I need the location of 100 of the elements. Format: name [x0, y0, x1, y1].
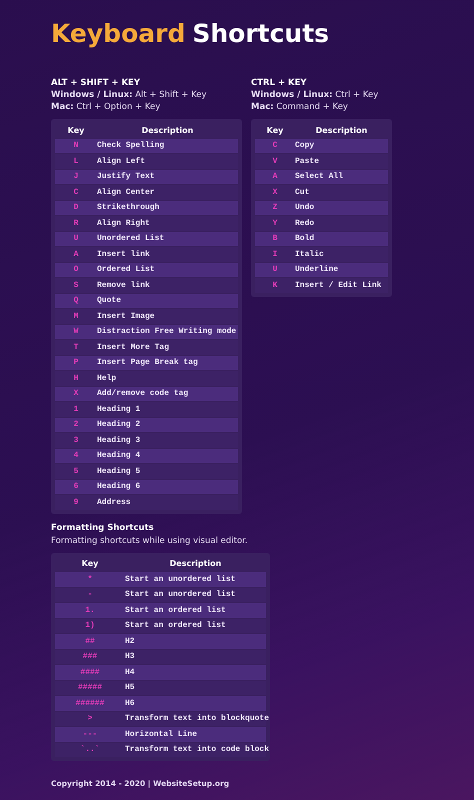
description-cell-text: Heading 5: [97, 466, 142, 476]
description-cell-text: Quote: [97, 296, 122, 306]
key-cell-text: 6: [72, 482, 80, 492]
description-cell-text: Undo: [295, 203, 316, 212]
key-cell-text: `..`: [79, 745, 101, 754]
key-cell-text: *: [86, 574, 94, 584]
description-cell-text: Horizontal Line: [125, 730, 198, 739]
key-cell-text: X: [272, 188, 278, 197]
key-cell-text: K: [272, 280, 278, 290]
key-cell-text: 3: [72, 436, 80, 445]
description-cell-text: Heading 3: [97, 436, 142, 445]
key-cell-text: C: [272, 141, 278, 150]
key-cell-text: ######: [74, 698, 106, 708]
description-cell-text: Align Center: [97, 188, 156, 197]
key-cell-text: Q: [72, 296, 80, 306]
key-cell-text: M: [72, 312, 80, 321]
column-header: Key: [266, 126, 284, 135]
shortcut-note: Mac: Ctrl + Option + Key: [51, 101, 162, 113]
shortcut-note: Mac: Command + Key: [251, 101, 349, 113]
description-cell-text: Remove link: [97, 280, 151, 290]
key-cell-text: #####: [76, 683, 103, 692]
description-cell: Transform text into code block: [125, 745, 270, 754]
description-cell-text: Bold: [295, 234, 316, 244]
key-cell-text: 2: [72, 420, 80, 430]
key-cell-text: O: [72, 265, 80, 274]
key-cell-text: S: [72, 280, 80, 290]
description-cell-text: Unordered List: [97, 234, 166, 244]
description-cell-text: Paste: [295, 156, 320, 166]
description-cell-text: Address: [97, 498, 132, 507]
description-cell-text: Redo: [295, 218, 316, 228]
description-cell-text: Select All: [295, 172, 344, 182]
key-cell-text: W: [72, 327, 80, 336]
description-cell-text: Justify Text: [97, 172, 156, 182]
description-cell-text: Insert link: [97, 250, 151, 259]
key-cell-text: J: [72, 172, 80, 182]
column-header: Key: [80, 559, 100, 568]
description-cell-text: Align Left: [97, 156, 146, 166]
shortcut-note: Windows / Linux: Alt + Shift + Key: [51, 89, 208, 101]
key-cell-text: Y: [272, 218, 278, 228]
description-cell-text: Cut: [295, 188, 310, 197]
key-cell-text: A: [72, 250, 80, 259]
key-cell-text: P: [72, 358, 80, 368]
key-cell-text: U: [272, 265, 278, 274]
key-cell-text: -: [86, 590, 94, 600]
key-cell-text: T: [72, 342, 80, 352]
key-cell-text: C: [72, 188, 80, 197]
key-cell-text: 1): [84, 621, 96, 630]
key-cell-text: B: [272, 234, 278, 244]
description-cell-text: Start an ordered list: [125, 621, 227, 630]
key-cell-text: ---: [82, 730, 98, 739]
description-cell-text: H6: [125, 698, 136, 708]
shortcut-note: Windows / Linux: Ctrl + Key: [251, 89, 380, 101]
key-cell-text: A: [272, 172, 278, 182]
key-cell-text: >: [86, 714, 94, 724]
description-cell-text: Ordered List: [97, 265, 156, 274]
key-cell-text: I: [272, 250, 278, 259]
description-cell-text: H2: [125, 636, 136, 646]
description-cell-text: H3: [125, 652, 136, 662]
key-cell-text: ##: [84, 636, 96, 646]
section-heading: Formatting Shortcuts: [51, 522, 155, 534]
description-cell-text: Start an unordered list: [125, 574, 236, 584]
title-highlight: Keyboard: [51, 18, 186, 50]
description-cell-text: Help: [97, 374, 118, 383]
description-cell-text: Insert Image: [97, 312, 156, 321]
description-cell-text: Heading 4: [97, 451, 142, 460]
key-cell-text: D: [72, 203, 80, 212]
description-cell-text: Add/remove code tag: [97, 389, 190, 398]
column-header: Description: [314, 126, 368, 135]
description-cell-text: Check Spelling: [97, 141, 166, 150]
key-cell-text: X: [72, 389, 80, 398]
description-cell-text: H5: [125, 683, 136, 692]
key-cell-text: 5: [72, 466, 80, 476]
description-cell-text: Align Right: [97, 218, 151, 228]
description-cell-text: Underline: [295, 265, 340, 274]
key-cell-text: L: [72, 156, 80, 166]
description-cell-text: Distraction Free Writing mode: [97, 327, 238, 336]
description-cell-text: H4: [125, 668, 136, 677]
description-cell-text: Start an ordered list: [125, 606, 227, 615]
section-heading: CTRL + KEY: [251, 77, 308, 89]
key-cell-text: H: [72, 374, 80, 383]
key-cell-text: 9: [72, 498, 80, 507]
section-heading: ALT + SHIFT + KEY: [51, 77, 142, 89]
key-cell-text: N: [72, 141, 80, 150]
section-subtitle: Formatting shortcuts while using visual editor.: [51, 534, 249, 546]
key-cell-text: R: [72, 218, 80, 228]
description-cell: Transform text into blockquote: [125, 714, 270, 724]
description-cell-text: Insert More Tag: [97, 342, 170, 352]
description-cell-text: Strikethrough: [97, 203, 160, 212]
column-header: Description: [168, 559, 222, 568]
description-cell-text: Copy: [295, 141, 316, 150]
description-cell-text: Italic: [295, 250, 325, 259]
description-cell-text: Insert Page Break tag: [97, 358, 199, 368]
column-header: Key: [66, 126, 86, 135]
column-header: Description: [140, 126, 194, 135]
title: Shortcuts: [192, 18, 330, 50]
key-cell-text: U: [72, 234, 80, 244]
description-cell-text: Insert / Edit Link: [295, 280, 382, 290]
description-cell-text: Heading 1: [97, 404, 142, 414]
description-cell-text: Heading 6: [97, 482, 142, 492]
description-cell-text: Start an unordered list: [125, 590, 236, 600]
